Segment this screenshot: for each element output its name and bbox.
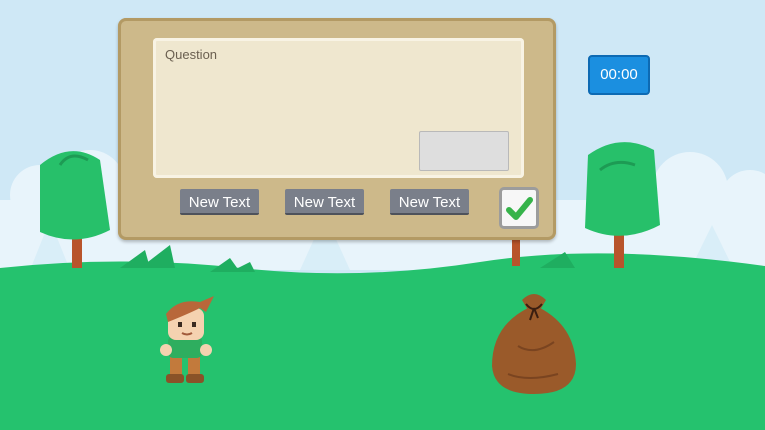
middle-tree-trunk <box>512 238 520 266</box>
submit-check-button[interactable] <box>499 187 539 229</box>
hero-character <box>160 296 214 383</box>
answer-slot[interactable] <box>419 131 509 171</box>
option-button-3[interactable]: New Text <box>390 189 469 215</box>
grass-ground <box>0 253 765 430</box>
option-button-2[interactable]: New Text <box>285 189 364 215</box>
checkmark-icon <box>506 197 533 220</box>
option-button-1[interactable]: New Text <box>180 189 259 215</box>
question-label: Question <box>165 47 218 62</box>
game-scene: Question New Text New Text New Text 00:0… <box>0 0 765 430</box>
timer-display: 00:00 <box>588 55 650 95</box>
treasure-sack <box>492 294 576 394</box>
